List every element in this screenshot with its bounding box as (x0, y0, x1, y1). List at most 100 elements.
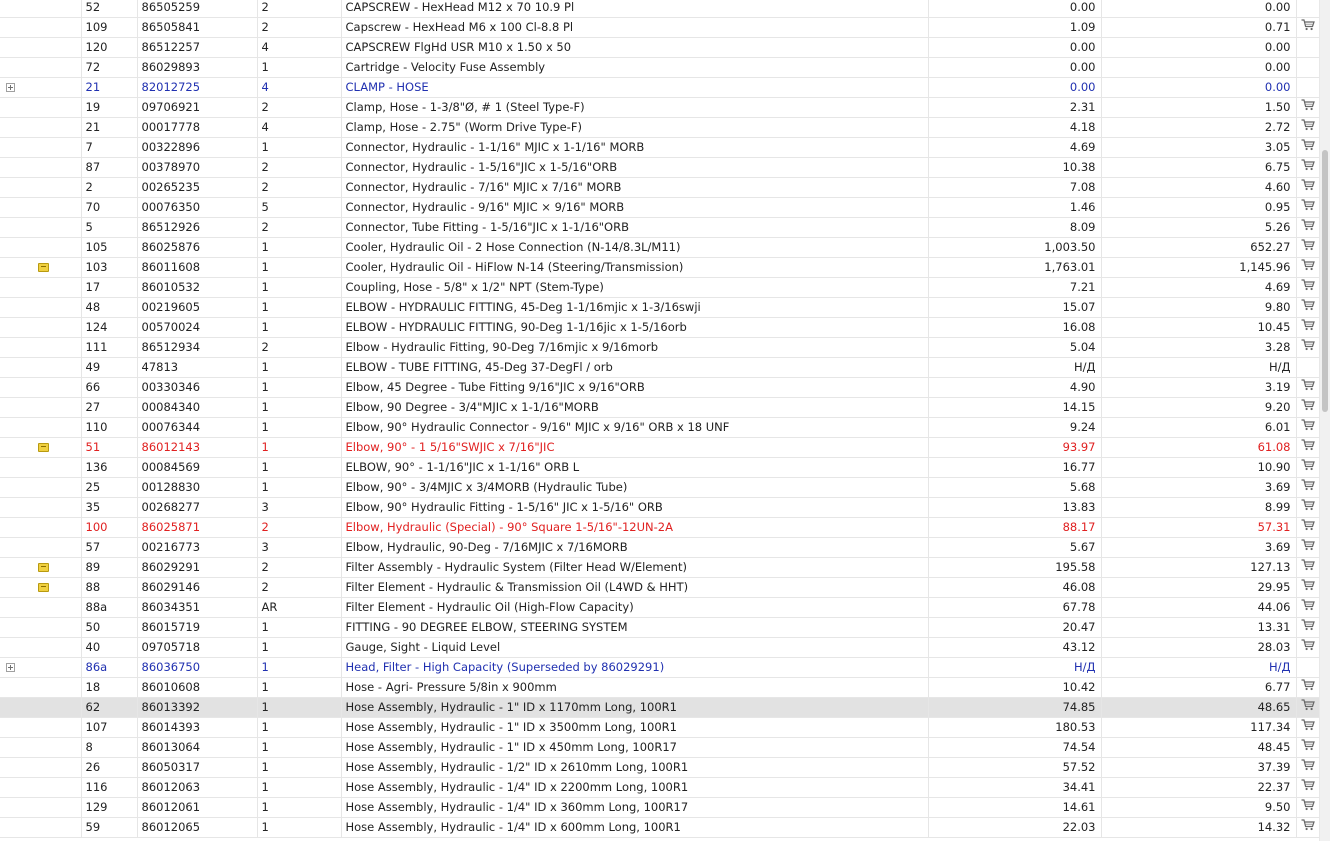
vertical-scrollbar[interactable] (1319, 0, 1330, 841)
plus-box-icon[interactable] (6, 663, 15, 672)
table-row[interactable]: 40 09705718 1 Gauge, Sight - Liquid Level 43… (0, 637, 1320, 658)
table-row[interactable]: 48 00219605 1 ELBOW - HYDRAULIC FITTING, 45… (0, 297, 1320, 318)
table-row[interactable]: 19 09706921 2 Clamp, Hose - 1-3/8"Ø, # 1 (S… (0, 97, 1320, 118)
part-number-cell: 00084569 (137, 457, 258, 478)
shopping-cart-icon[interactable] (1301, 678, 1316, 697)
table-row[interactable]: 87 00378970 2 Connector, Hydraulic - 1-5/16… (0, 157, 1320, 178)
table-row[interactable]: 116 86012063 1 Hose Assembly, Hydraulic - 1… (0, 777, 1320, 798)
position-cell: 19 (81, 97, 138, 118)
table-row[interactable]: 105 86025876 1 Cooler, Hydraulic Oil - 2 Ho… (0, 237, 1320, 258)
description-cell: Filter Element - Hydraulic Oil (High-Flo… (341, 597, 929, 618)
scrollbar-thumb[interactable] (1322, 150, 1328, 412)
shopping-cart-icon[interactable] (1301, 238, 1316, 257)
position-cell: 57 (81, 537, 138, 558)
shopping-cart-icon[interactable] (1301, 98, 1316, 117)
table-row[interactable]: 8 86013064 1 Hose Assembly, Hydraulic - 1" … (0, 737, 1320, 758)
table-row[interactable]: 107 86014393 1 Hose Assembly, Hydraulic - 1… (0, 717, 1320, 738)
table-row[interactable]: 49 47813 1 ELBOW - TUBE FITTING, 45-Deg 37-… (0, 357, 1320, 378)
table-row[interactable]: 59 86012065 1 Hose Assembly, Hydraulic - 1/… (0, 817, 1320, 838)
cart-cell (1296, 297, 1320, 318)
table-row[interactable]: 21 00017778 4 Clamp, Hose - 2.75" (Worm Dri… (0, 117, 1320, 138)
table-row[interactable]: 50 86015719 1 FITTING - 90 DEGREE ELBOW, ST… (0, 617, 1320, 638)
shopping-cart-icon[interactable] (1301, 538, 1316, 557)
table-row[interactable]: 5 86512926 2 Connector, Tube Fitting - 1-5/… (0, 217, 1320, 238)
table-row[interactable]: 25 00128830 1 Elbow, 90° - 3/4MJIC x 3/4MOR… (0, 477, 1320, 498)
table-row[interactable]: 109 86505841 2 Capscrew - HexHead M6 x 100 … (0, 17, 1320, 38)
shopping-cart-icon[interactable] (1301, 418, 1316, 437)
note-icon[interactable] (37, 583, 49, 592)
shopping-cart-icon[interactable] (1301, 818, 1316, 837)
shopping-cart-icon[interactable] (1301, 178, 1316, 197)
table-row[interactable]: 124 00570024 1 ELBOW - HYDRAULIC FITTING, 9… (0, 317, 1320, 338)
table-row[interactable]: 57 00216773 3 Elbow, Hydraulic, 90-Deg - 7/… (0, 537, 1320, 558)
shopping-cart-icon[interactable] (1301, 558, 1316, 577)
shopping-cart-icon[interactable] (1301, 458, 1316, 477)
row-icon-cell (0, 357, 82, 378)
table-row[interactable]: 35 00268277 3 Elbow, 90° Hydraulic Fitting … (0, 497, 1320, 518)
shopping-cart-icon[interactable] (1301, 258, 1316, 277)
position-cell: 35 (81, 497, 138, 518)
price-cell: 14.61 (928, 797, 1102, 818)
shopping-cart-icon[interactable] (1301, 158, 1316, 177)
table-row[interactable]: 103 86011608 1 Cooler, Hydraulic Oil - HiFl… (0, 257, 1320, 278)
table-row[interactable]: 89 86029291 2 Filter Assembly - Hydraulic S… (0, 557, 1320, 578)
note-icon[interactable] (37, 263, 49, 272)
shopping-cart-icon[interactable] (1301, 378, 1316, 397)
shopping-cart-icon[interactable] (1301, 318, 1316, 337)
shopping-cart-icon[interactable] (1301, 198, 1316, 217)
note-icon[interactable] (37, 443, 49, 452)
table-row[interactable]: 111 86512934 2 Elbow - Hydraulic Fitting, 9… (0, 337, 1320, 358)
row-icon-cell (0, 197, 82, 218)
shopping-cart-icon[interactable] (1301, 498, 1316, 517)
table-row[interactable]: 26 86050317 1 Hose Assembly, Hydraulic - 1/… (0, 757, 1320, 778)
table-row[interactable]: 72 86029893 1 Cartridge - Velocity Fuse Ass… (0, 57, 1320, 78)
shopping-cart-icon[interactable] (1301, 758, 1316, 777)
plus-box-icon[interactable] (6, 83, 15, 92)
shopping-cart-icon[interactable] (1301, 778, 1316, 797)
shopping-cart-icon[interactable] (1301, 578, 1316, 597)
shopping-cart-icon[interactable] (1301, 298, 1316, 317)
shopping-cart-icon[interactable] (1301, 618, 1316, 637)
table-row[interactable]: 52 86505259 2 CAPSCREW - HexHead M12 x 70 1… (0, 0, 1320, 18)
table-row[interactable]: 18 86010608 1 Hose - Agri- Pressure 5/8in x… (0, 677, 1320, 698)
table-row[interactable]: 136 00084569 1 ELBOW, 90° - 1-1/16"JIC x 1-… (0, 457, 1320, 478)
cart-cell (1296, 377, 1320, 398)
table-row[interactable]: 21 82012725 4 CLAMP - HOSE 0.00 0.00 (0, 77, 1320, 98)
table-row[interactable]: 120 86512257 4 CAPSCREW FlgHd USR M10 x 1.5… (0, 37, 1320, 58)
table-row[interactable]: 86a 86036750 1 Head, Filter - High Capacity… (0, 657, 1320, 678)
shopping-cart-icon[interactable] (1301, 638, 1316, 657)
shopping-cart-icon[interactable] (1301, 598, 1316, 617)
part-number-cell: 00570024 (137, 317, 258, 338)
shopping-cart-icon[interactable] (1301, 698, 1316, 717)
cart-cell (1296, 737, 1320, 758)
shopping-cart-icon[interactable] (1301, 338, 1316, 357)
table-row[interactable]: 88 86029146 2 Filter Element - Hydraulic & … (0, 577, 1320, 598)
table-row[interactable]: 17 86010532 1 Coupling, Hose - 5/8" x 1/2" … (0, 277, 1320, 298)
table-row[interactable]: 51 86012143 1 Elbow, 90° - 1 5/16"SWJIC x 7… (0, 437, 1320, 458)
table-row[interactable]: 129 86012061 1 Hose Assembly, Hydraulic - 1… (0, 797, 1320, 818)
table-row[interactable]: 27 00084340 1 Elbow, 90 Degree - 3/4"MJIC x… (0, 397, 1320, 418)
table-row[interactable]: 110 00076344 1 Elbow, 90° Hydraulic Connect… (0, 417, 1320, 438)
price-cell: 34.41 (928, 777, 1102, 798)
note-icon[interactable] (37, 563, 49, 572)
description-cell: Connector, Hydraulic - 9/16" MJIC × 9/16… (341, 197, 929, 218)
shopping-cart-icon[interactable] (1301, 18, 1316, 37)
table-row[interactable]: 88a 86034351 AR Filter Element - Hydraulic … (0, 597, 1320, 618)
table-row[interactable]: 62 86013392 1 Hose Assembly, Hydraulic - 1"… (0, 697, 1320, 718)
shopping-cart-icon[interactable] (1301, 798, 1316, 817)
shopping-cart-icon[interactable] (1301, 438, 1316, 457)
shopping-cart-icon[interactable] (1301, 738, 1316, 757)
table-row[interactable]: 7 00322896 1 Connector, Hydraulic - 1-1/16"… (0, 137, 1320, 158)
shopping-cart-icon[interactable] (1301, 218, 1316, 237)
shopping-cart-icon[interactable] (1301, 478, 1316, 497)
table-row[interactable]: 70 00076350 5 Connector, Hydraulic - 9/16" … (0, 197, 1320, 218)
table-row[interactable]: 2 00265235 2 Connector, Hydraulic - 7/16" M… (0, 177, 1320, 198)
shopping-cart-icon[interactable] (1301, 118, 1316, 137)
shopping-cart-icon[interactable] (1301, 398, 1316, 417)
shopping-cart-icon[interactable] (1301, 718, 1316, 737)
table-row[interactable]: 66 00330346 1 Elbow, 45 Degree - Tube Fitti… (0, 377, 1320, 398)
shopping-cart-icon[interactable] (1301, 518, 1316, 537)
shopping-cart-icon[interactable] (1301, 138, 1316, 157)
table-row[interactable]: 100 86025871 2 Elbow, Hydraulic (Special) -… (0, 517, 1320, 538)
shopping-cart-icon[interactable] (1301, 278, 1316, 297)
